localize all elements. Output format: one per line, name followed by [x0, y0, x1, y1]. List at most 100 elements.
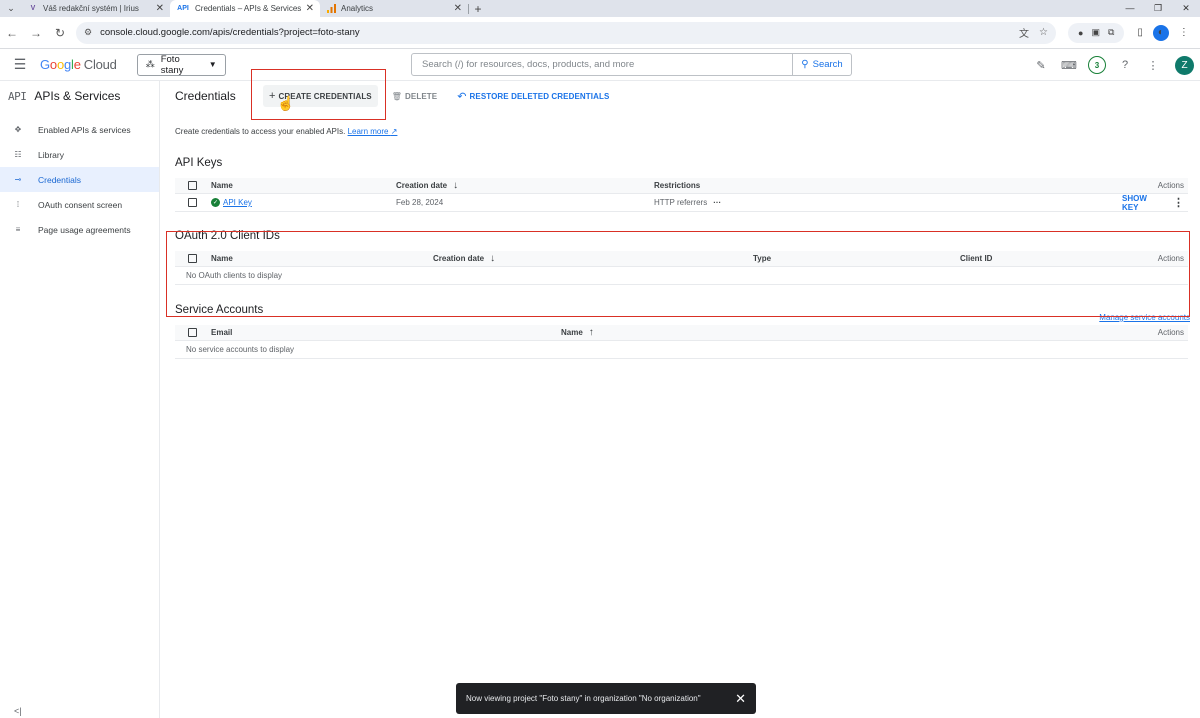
search-icon: ⚲	[801, 59, 809, 70]
close-tab-icon[interactable]: ✕	[454, 3, 462, 14]
external-link-icon: ↗	[390, 127, 398, 136]
snackbar-text: Now viewing project "Foto stany" in orga…	[466, 694, 701, 703]
search-button[interactable]: ⚲ Search	[793, 53, 852, 76]
api-key-restrictions: HTTP referrers ···	[654, 198, 1122, 207]
column-name[interactable]: Name ↑	[561, 327, 1134, 338]
sidebar: API APIs & Services ✥ Enabled APIs & ser…	[0, 81, 160, 718]
project-hub-icon: ⁂	[145, 59, 155, 69]
cloud-shell-icon[interactable]: ⌨	[1055, 59, 1083, 72]
sidebar-item-page-usage[interactable]: ≡ Page usage agreements	[0, 217, 159, 242]
tab-title: Váš redakční systém | Irius	[43, 4, 139, 13]
minimize-icon[interactable]: —	[1116, 0, 1144, 17]
search-button-label: Search	[812, 59, 843, 70]
learn-more-label: Learn more	[347, 127, 389, 136]
oauth-section-highlight	[166, 231, 1190, 317]
sidebar-item-oauth-consent[interactable]: ⁞ OAuth consent screen	[0, 192, 159, 217]
select-all-checkbox[interactable]	[188, 328, 197, 337]
sort-down-icon: ↓	[453, 180, 459, 191]
help-icon[interactable]: ?	[1111, 59, 1139, 71]
browser-tab-strip: ⌄ V Váš redakční systém | Irius ✕ API Cr…	[0, 0, 1200, 17]
back-icon[interactable]: ←	[0, 26, 24, 40]
service-accounts-table: Email Name ↑ Actions No service accounts …	[175, 325, 1188, 359]
sidebar-header: API APIs & Services	[0, 81, 159, 111]
sidebar-item-credentials[interactable]: ⊸ Credentials	[0, 167, 159, 192]
delete-button[interactable]: 🗑 DELETE	[386, 85, 443, 107]
url-text[interactable]: console.cloud.google.com/apis/credential…	[100, 27, 1009, 38]
tab-search-icon[interactable]: ⌄	[0, 0, 22, 17]
search-input[interactable]	[422, 59, 782, 70]
api-key-name-cell: ✓ API Key	[211, 198, 396, 207]
close-window-icon[interactable]: ✕	[1172, 0, 1200, 17]
close-tab-icon[interactable]: ✕	[306, 3, 314, 14]
browser-tab-credentials[interactable]: API Credentials – APIs & Services – ✕	[170, 0, 320, 17]
create-credentials-highlight	[251, 69, 386, 120]
column-actions: Actions	[1157, 181, 1184, 190]
search-box[interactable]	[411, 53, 793, 76]
api-favicon-icon: API	[177, 5, 189, 12]
restore-window-icon[interactable]: ❐	[1144, 0, 1172, 17]
select-all-checkbox[interactable]	[188, 181, 197, 190]
restore-deleted-button[interactable]: ↶ RESTORE DELETED CREDENTIALS	[451, 85, 615, 107]
sort-up-icon: ↑	[588, 327, 594, 338]
collapse-sidebar-icon[interactable]: <|	[14, 706, 22, 716]
page-title: Credentials	[175, 89, 236, 103]
browser-menu-icon[interactable]: ⋮	[1179, 27, 1189, 38]
sidebar-item-enabled-apis[interactable]: ✥ Enabled APIs & services	[0, 117, 159, 142]
feedback-icon[interactable]: ✎	[1027, 59, 1055, 72]
column-label: Creation date	[396, 181, 448, 190]
service-accounts-empty-message: No service accounts to display	[175, 341, 1188, 359]
api-keys-table: Name Creation date ↓ Restrictions Actions…	[175, 178, 1188, 212]
notifications-badge[interactable]: 3	[1088, 56, 1106, 74]
sidebar-item-label: Enabled APIs & services	[38, 124, 131, 135]
google-wordmark: Google	[40, 57, 81, 72]
extension-icon[interactable]: ●	[1078, 28, 1083, 38]
header-actions: ✎ ⌨ 3 ? ⋮ Z	[1027, 49, 1200, 81]
caret-down-icon: ▼	[208, 60, 217, 69]
api-key-actions: SHOW KEY ⋮	[1122, 194, 1184, 212]
url-bar[interactable]: ⚙ console.cloud.google.com/apis/credenti…	[76, 21, 1056, 44]
learn-more-link[interactable]: Learn more ↗	[348, 127, 398, 136]
forward-icon[interactable]: →	[24, 26, 48, 40]
browser-right-controls: ▯ ◐ ⋮	[1132, 24, 1194, 41]
new-tab-icon[interactable]: +	[469, 0, 487, 17]
side-panel-icon[interactable]: ▯	[1137, 27, 1143, 38]
row-checkbox[interactable]	[188, 198, 197, 207]
sidebar-nav: ✥ Enabled APIs & services ☷ Library ⊸ Cr…	[0, 117, 159, 242]
restore-label: RESTORE DELETED CREDENTIALS	[469, 91, 610, 101]
avatar[interactable]: Z	[1175, 55, 1194, 75]
project-picker[interactable]: ⁂ Foto stany ▼	[136, 53, 226, 76]
undo-icon: ↶	[457, 90, 467, 103]
api-key-link[interactable]: API Key	[223, 198, 252, 207]
profile-icon[interactable]: ◐	[1152, 24, 1169, 41]
sidebar-item-library[interactable]: ☷ Library	[0, 142, 159, 167]
close-tab-icon[interactable]: ✕	[156, 3, 164, 14]
close-snackbar-icon[interactable]: ✕	[735, 691, 746, 707]
translate-icon[interactable]: 文	[1019, 25, 1029, 40]
column-creation-date[interactable]: Creation date ↓	[396, 180, 654, 191]
reload-icon[interactable]: ↻	[48, 26, 72, 40]
more-options-icon[interactable]: ⋮	[1139, 59, 1167, 72]
show-key-button[interactable]: SHOW KEY	[1122, 194, 1165, 212]
api-keys-title: API Keys	[175, 157, 223, 169]
column-name[interactable]: Name	[211, 181, 396, 190]
extension-icon[interactable]: ▣	[1091, 27, 1100, 38]
browser-tab-analytics[interactable]: Analytics ✕	[320, 0, 468, 17]
browser-tab-irius[interactable]: V Váš redakční systém | Irius ✕	[22, 0, 170, 17]
google-wordmark-letter: o	[56, 57, 64, 72]
column-label: Name	[561, 328, 583, 337]
intro-text: Create credentials to access your enable…	[175, 127, 1190, 136]
cloud-wordmark: Cloud	[83, 57, 117, 72]
more-horiz-icon[interactable]: ···	[713, 198, 721, 207]
column-email[interactable]: Email	[211, 328, 561, 337]
site-settings-icon[interactable]: ⚙	[84, 27, 92, 38]
hand-cursor-icon: ☝	[277, 95, 295, 111]
google-cloud-logo[interactable]: Google Cloud	[40, 57, 117, 72]
hamburger-menu-icon[interactable]: ☰	[0, 56, 40, 73]
api-logo-icon: API	[8, 89, 27, 103]
bookmark-star-icon[interactable]: ☆	[1039, 27, 1048, 38]
extensions-group: ● ▣ ⧉	[1068, 22, 1125, 43]
check-circle-icon: ✓	[211, 198, 220, 207]
tab-title: Analytics	[341, 4, 374, 13]
row-kebab-icon[interactable]: ⋮	[1173, 196, 1184, 209]
puzzle-icon[interactable]: ⧉	[1108, 27, 1114, 38]
